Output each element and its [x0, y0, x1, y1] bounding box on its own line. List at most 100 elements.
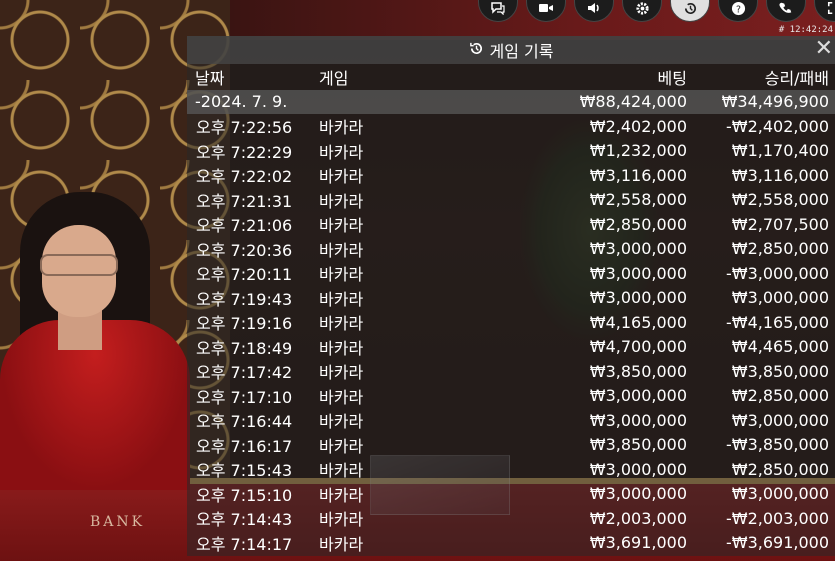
row-result: ₩2,707,500	[731, 214, 829, 234]
row-result: ₩2,850,000	[731, 459, 829, 479]
row-bet: ₩3,850,000	[589, 435, 687, 455]
row-game: 바카라	[319, 118, 364, 138]
history-row[interactable]: 오후 7:19:16 바카라 ₩4,165,000 -₩4,165,000	[187, 310, 835, 335]
phone-icon[interactable]	[766, 0, 806, 22]
row-result: -₩2,402,000	[725, 116, 829, 136]
row-bet: ₩1,232,000	[589, 141, 687, 161]
history-row[interactable]: 오후 7:19:43 바카라 ₩3,000,000 ₩3,000,000	[187, 286, 835, 311]
row-bet: ₩3,000,000	[589, 386, 687, 406]
row-time: 오후 7:15:43	[196, 461, 293, 481]
row-result: ₩3,850,000	[731, 361, 829, 381]
row-bet: ₩4,165,000	[589, 312, 687, 332]
row-bet: ₩3,691,000	[589, 533, 687, 553]
row-result: ₩4,465,000	[731, 337, 829, 357]
row-game: 바카라	[319, 387, 364, 407]
history-row[interactable]: 오후 7:21:06 바카라 ₩2,850,000 ₩2,707,500	[187, 212, 835, 237]
row-game: 바카라	[319, 461, 364, 481]
row-game: 바카라	[319, 191, 364, 211]
row-game: 바카라	[319, 314, 364, 334]
history-row[interactable]: 오후 7:20:36 바카라 ₩3,000,000 ₩2,850,000	[187, 237, 835, 262]
video-icon[interactable]	[526, 0, 566, 22]
row-game: 바카라	[319, 363, 364, 383]
row-game: 바카라	[319, 265, 364, 285]
row-time: 오후 7:20:36	[196, 240, 293, 260]
row-time: 오후 7:14:17	[196, 534, 293, 554]
history-row[interactable]: 오후 7:20:11 바카라 ₩3,000,000 -₩3,000,000	[187, 261, 835, 286]
row-time: 오후 7:16:17	[196, 436, 293, 456]
history-row[interactable]: 오후 7:22:56 바카라 ₩2,402,000 -₩2,402,000	[187, 114, 835, 139]
row-bet: ₩3,850,000	[589, 361, 687, 381]
settings-icon[interactable]	[622, 0, 662, 22]
column-header-game: 게임	[319, 69, 349, 89]
row-result: ₩2,850,000	[731, 239, 829, 259]
history-row[interactable]: 오후 7:17:42 바카라 ₩3,850,000 ₩3,850,000	[187, 359, 835, 384]
history-row[interactable]: 오후 7:14:43 바카라 ₩2,003,000 -₩2,003,000	[187, 506, 835, 531]
history-row[interactable]: 오후 7:18:49 바카라 ₩4,700,000 ₩4,465,000	[187, 335, 835, 360]
row-bet: ₩2,558,000	[589, 190, 687, 210]
row-game: 바카라	[319, 534, 364, 554]
date-total-result: ₩34,496,900	[721, 92, 829, 112]
row-time: 오후 7:22:56	[196, 118, 293, 138]
row-result: -₩2,003,000	[725, 508, 829, 528]
history-icon	[469, 41, 484, 60]
dealer-glasses	[40, 254, 118, 276]
row-result: ₩3,000,000	[731, 410, 829, 430]
row-time: 오후 7:21:06	[196, 216, 293, 236]
row-result: -₩3,691,000	[725, 533, 829, 553]
history-row[interactable]: 오후 7:15:43 바카라 ₩3,000,000 ₩2,850,000	[187, 457, 835, 482]
row-game: 바카라	[319, 289, 364, 309]
row-game: 바카라	[319, 412, 364, 432]
chat-icon[interactable]	[478, 0, 518, 22]
game-toolbar: ?	[478, 0, 835, 22]
row-time: 오후 7:17:10	[196, 387, 293, 407]
row-bet: ₩2,850,000	[589, 214, 687, 234]
history-rows: 오후 7:22:56 바카라 ₩2,402,000 -₩2,402,000 오후 7:2…	[187, 114, 835, 555]
table-bank-label: BANK	[90, 514, 146, 530]
history-icon[interactable]	[670, 0, 710, 22]
row-time: 오후 7:18:49	[196, 338, 293, 358]
panel-title: 게임 기록	[489, 42, 554, 61]
row-bet: ₩3,000,000	[589, 459, 687, 479]
column-header-bet: 베팅	[657, 69, 687, 89]
row-game: 바카라	[319, 167, 364, 187]
row-bet: ₩3,000,000	[589, 410, 687, 430]
row-bet: ₩2,402,000	[589, 116, 687, 136]
row-game: 바카라	[319, 216, 364, 236]
row-bet: ₩3,000,000	[589, 288, 687, 308]
row-result: -₩3,000,000	[725, 263, 829, 283]
row-bet: ₩3,000,000	[589, 484, 687, 504]
row-time: 오후 7:16:44	[196, 412, 293, 432]
row-time: 오후 7:22:02	[196, 167, 293, 187]
row-game: 바카라	[319, 436, 364, 456]
history-row[interactable]: 오후 7:16:17 바카라 ₩3,850,000 -₩3,850,000	[187, 433, 835, 458]
fullscreen-icon[interactable]	[814, 0, 835, 22]
row-result: -₩3,850,000	[725, 435, 829, 455]
history-row[interactable]: 오후 7:22:29 바카라 ₩1,232,000 ₩1,170,400	[187, 139, 835, 164]
date-group-row[interactable]: -2024. 7. 9. ₩88,424,000 ₩34,496,900	[187, 89, 835, 114]
close-icon[interactable]: ✕	[815, 37, 833, 61]
row-game: 바카라	[319, 510, 364, 530]
history-row[interactable]: 오후 7:14:17 바카라 ₩3,691,000 -₩3,691,000	[187, 531, 835, 556]
row-result: -₩4,165,000	[725, 312, 829, 332]
row-time: 오후 7:21:31	[196, 191, 293, 211]
panel-header: 게임 기록 ✕	[187, 36, 835, 64]
help-icon[interactable]: ?	[718, 0, 758, 22]
row-result: ₩2,558,000	[731, 190, 829, 210]
row-time: 오후 7:14:43	[196, 510, 293, 530]
row-game: 바카라	[319, 338, 364, 358]
history-row[interactable]: 오후 7:17:10 바카라 ₩3,000,000 ₩2,850,000	[187, 384, 835, 409]
history-row[interactable]: 오후 7:16:44 바카라 ₩3,000,000 ₩3,000,000	[187, 408, 835, 433]
column-header-date: 날짜	[195, 69, 225, 89]
row-result: ₩3,000,000	[731, 484, 829, 504]
row-bet: ₩3,000,000	[589, 263, 687, 283]
row-time: 오후 7:17:42	[196, 363, 293, 383]
svg-text:?: ?	[736, 4, 741, 15]
row-bet: ₩4,700,000	[589, 337, 687, 357]
history-row[interactable]: 오후 7:22:02 바카라 ₩3,116,000 ₩3,116,000	[187, 163, 835, 188]
history-row[interactable]: 오후 7:15:10 바카라 ₩3,000,000 ₩3,000,000	[187, 482, 835, 507]
row-time: 오후 7:19:16	[196, 314, 293, 334]
history-row[interactable]: 오후 7:21:31 바카라 ₩2,558,000 ₩2,558,000	[187, 188, 835, 213]
sound-icon[interactable]	[574, 0, 614, 22]
row-bet: ₩2,003,000	[589, 508, 687, 528]
row-game: 바카라	[319, 142, 364, 162]
